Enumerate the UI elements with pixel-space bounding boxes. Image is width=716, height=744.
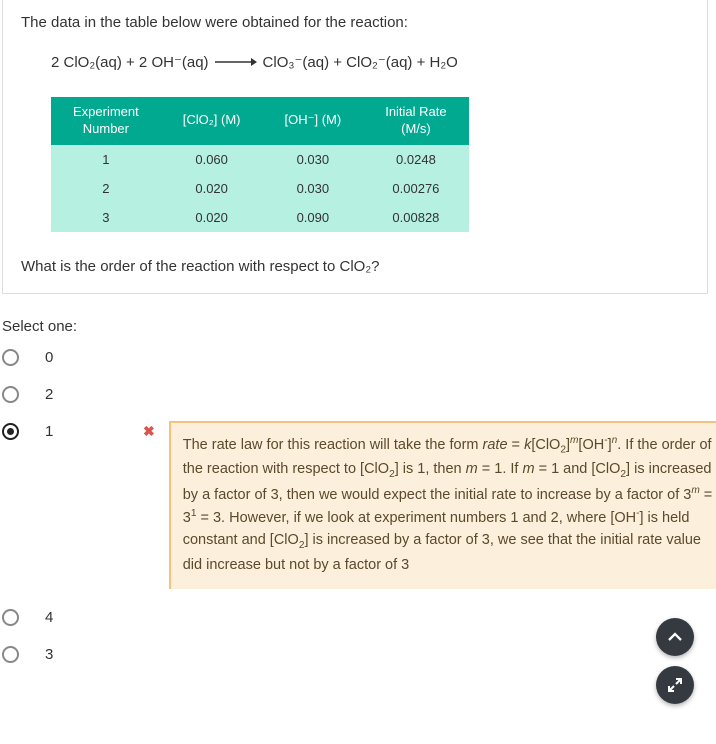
data-table: ExperimentNumber [ClO₂] (M) [OH⁻] (M) In…: [51, 97, 469, 232]
cell: 0.0248: [363, 145, 468, 174]
option-label: 4: [45, 607, 125, 626]
cell: 0.020: [161, 203, 263, 232]
radio-icon[interactable]: [2, 609, 19, 626]
cell: 0.020: [161, 174, 263, 203]
equation-left: 2 ClO₂(aq) + 2 OH⁻(aq): [51, 53, 209, 71]
option-label: 0: [45, 347, 125, 366]
reaction-equation: 2 ClO₂(aq) + 2 OH⁻(aq) ClO₃⁻(aq) + ClO₂⁻…: [51, 53, 689, 71]
table-row: 2 0.020 0.030 0.00276: [51, 174, 469, 203]
col-oh: [OH⁻] (M): [263, 97, 364, 145]
cell: 1: [51, 145, 161, 174]
cell: 0.030: [263, 145, 364, 174]
select-one-label: Select one:: [2, 318, 716, 335]
option-label: 3: [45, 644, 125, 663]
table-header-row: ExperimentNumber [ClO₂] (M) [OH⁻] (M) In…: [51, 97, 469, 145]
option-label: 1: [45, 421, 125, 440]
expand-button[interactable]: [656, 666, 694, 704]
expand-icon: [668, 678, 682, 692]
cell: 0.00828: [363, 203, 468, 232]
question-container: The data in the table below were obtaine…: [2, 0, 708, 294]
cell: 0.00276: [363, 174, 468, 203]
question-text: What is the order of the reaction with r…: [21, 258, 689, 275]
incorrect-icon: ✖: [143, 421, 155, 440]
options-group: 0 2 1 ✖ The rate law for this reaction w…: [2, 347, 716, 663]
col-rate: Initial Rate(M/s): [363, 97, 468, 145]
option-row-0[interactable]: 0: [2, 347, 716, 366]
option-row-1[interactable]: 2: [2, 384, 716, 403]
intro-text: The data in the table below were obtaine…: [21, 14, 689, 31]
col-clo2: [ClO₂] (M): [161, 97, 263, 145]
radio-icon[interactable]: [2, 386, 19, 403]
equation-right: ClO₃⁻(aq) + ClO₂⁻(aq) + H₂O: [263, 53, 458, 71]
option-label: 2: [45, 384, 125, 403]
table-row: 3 0.020 0.090 0.00828: [51, 203, 469, 232]
scroll-top-button[interactable]: [656, 618, 694, 656]
radio-icon[interactable]: [2, 646, 19, 663]
radio-icon[interactable]: [2, 349, 19, 366]
cell: 0.060: [161, 145, 263, 174]
chevron-up-icon: [668, 632, 682, 642]
option-row-2[interactable]: 1 ✖ The rate law for this reaction will …: [2, 421, 716, 589]
cell: 0.030: [263, 174, 364, 203]
col-experiment: ExperimentNumber: [51, 97, 161, 145]
option-row-4[interactable]: 3: [2, 644, 716, 663]
feedback-box: The rate law for this reaction will take…: [169, 421, 716, 589]
arrow-icon: [215, 57, 257, 67]
cell: 3: [51, 203, 161, 232]
option-row-3[interactable]: 4: [2, 607, 716, 626]
table-row: 1 0.060 0.030 0.0248: [51, 145, 469, 174]
cell: 0.090: [263, 203, 364, 232]
cell: 2: [51, 174, 161, 203]
radio-icon[interactable]: [2, 423, 19, 440]
